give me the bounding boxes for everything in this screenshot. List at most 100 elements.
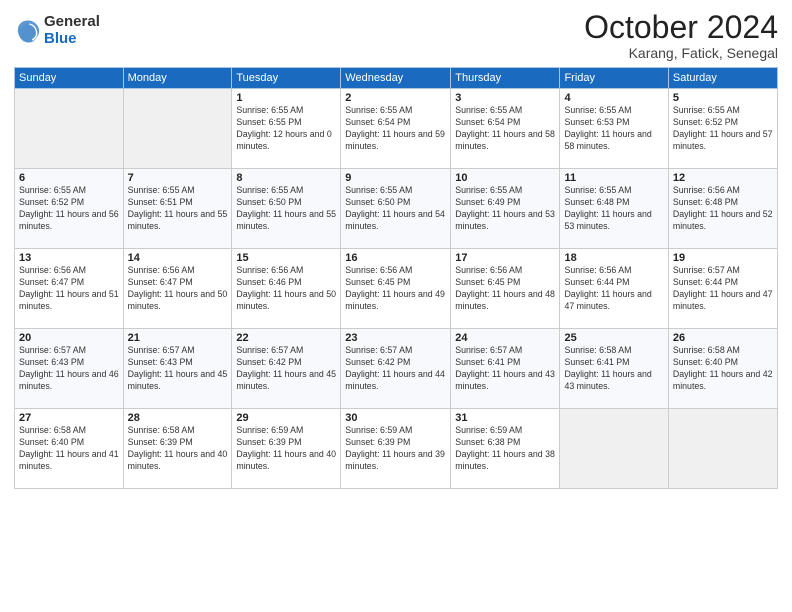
day-detail: Sunrise: 6:56 AMSunset: 6:47 PMDaylight:…: [128, 265, 228, 313]
header-saturday: Saturday: [668, 68, 777, 89]
table-row: 12Sunrise: 6:56 AMSunset: 6:48 PMDayligh…: [668, 169, 777, 249]
day-number: 20: [19, 332, 119, 344]
day-number: 7: [128, 172, 228, 184]
day-number: 10: [455, 172, 555, 184]
weekday-header-row: Sunday Monday Tuesday Wednesday Thursday…: [15, 68, 778, 89]
day-number: 14: [128, 252, 228, 264]
table-row: 18Sunrise: 6:56 AMSunset: 6:44 PMDayligh…: [560, 249, 668, 329]
day-detail: Sunrise: 6:58 AMSunset: 6:41 PMDaylight:…: [564, 345, 663, 393]
calendar-week-row: 6Sunrise: 6:55 AMSunset: 6:52 PMDaylight…: [15, 169, 778, 249]
day-detail: Sunrise: 6:56 AMSunset: 6:44 PMDaylight:…: [564, 265, 663, 313]
day-detail: Sunrise: 6:59 AMSunset: 6:39 PMDaylight:…: [236, 425, 336, 473]
title-block: October 2024 Karang, Fatick, Senegal: [584, 10, 778, 61]
day-detail: Sunrise: 6:56 AMSunset: 6:45 PMDaylight:…: [455, 265, 555, 313]
day-detail: Sunrise: 6:58 AMSunset: 6:40 PMDaylight:…: [673, 345, 773, 393]
day-number: 8: [236, 172, 336, 184]
day-detail: Sunrise: 6:55 AMSunset: 6:54 PMDaylight:…: [345, 105, 446, 153]
header-monday: Monday: [123, 68, 232, 89]
day-detail: Sunrise: 6:55 AMSunset: 6:52 PMDaylight:…: [19, 185, 119, 233]
day-number: 18: [564, 252, 663, 264]
day-detail: Sunrise: 6:57 AMSunset: 6:42 PMDaylight:…: [236, 345, 336, 393]
table-row: 25Sunrise: 6:58 AMSunset: 6:41 PMDayligh…: [560, 329, 668, 409]
day-number: 9: [345, 172, 446, 184]
table-row: 27Sunrise: 6:58 AMSunset: 6:40 PMDayligh…: [15, 409, 124, 489]
table-row: 31Sunrise: 6:59 AMSunset: 6:38 PMDayligh…: [451, 409, 560, 489]
day-number: 15: [236, 252, 336, 264]
day-number: 17: [455, 252, 555, 264]
table-row: 16Sunrise: 6:56 AMSunset: 6:45 PMDayligh…: [341, 249, 451, 329]
day-detail: Sunrise: 6:57 AMSunset: 6:44 PMDaylight:…: [673, 265, 773, 313]
day-number: 12: [673, 172, 773, 184]
page-header: General Blue October 2024 Karang, Fatick…: [14, 10, 778, 61]
table-row: 29Sunrise: 6:59 AMSunset: 6:39 PMDayligh…: [232, 409, 341, 489]
day-number: 25: [564, 332, 663, 344]
table-row: 23Sunrise: 6:57 AMSunset: 6:42 PMDayligh…: [341, 329, 451, 409]
day-number: 6: [19, 172, 119, 184]
page-container: General Blue October 2024 Karang, Fatick…: [0, 0, 792, 612]
table-row: 22Sunrise: 6:57 AMSunset: 6:42 PMDayligh…: [232, 329, 341, 409]
day-detail: Sunrise: 6:58 AMSunset: 6:39 PMDaylight:…: [128, 425, 228, 473]
table-row: 24Sunrise: 6:57 AMSunset: 6:41 PMDayligh…: [451, 329, 560, 409]
logo-blue-text: Blue: [44, 31, 100, 48]
day-number: 5: [673, 92, 773, 104]
logo-general-text: General: [44, 14, 100, 31]
table-row: 28Sunrise: 6:58 AMSunset: 6:39 PMDayligh…: [123, 409, 232, 489]
day-number: 28: [128, 412, 228, 424]
day-number: 27: [19, 412, 119, 424]
day-number: 11: [564, 172, 663, 184]
day-detail: Sunrise: 6:57 AMSunset: 6:41 PMDaylight:…: [455, 345, 555, 393]
day-number: 2: [345, 92, 446, 104]
table-row: 9Sunrise: 6:55 AMSunset: 6:50 PMDaylight…: [341, 169, 451, 249]
calendar-week-row: 1Sunrise: 6:55 AMSunset: 6:55 PMDaylight…: [15, 89, 778, 169]
table-row: 17Sunrise: 6:56 AMSunset: 6:45 PMDayligh…: [451, 249, 560, 329]
table-row: 15Sunrise: 6:56 AMSunset: 6:46 PMDayligh…: [232, 249, 341, 329]
day-detail: Sunrise: 6:59 AMSunset: 6:39 PMDaylight:…: [345, 425, 446, 473]
table-row: 26Sunrise: 6:58 AMSunset: 6:40 PMDayligh…: [668, 329, 777, 409]
day-detail: Sunrise: 6:57 AMSunset: 6:42 PMDaylight:…: [345, 345, 446, 393]
header-sunday: Sunday: [15, 68, 124, 89]
day-detail: Sunrise: 6:56 AMSunset: 6:48 PMDaylight:…: [673, 185, 773, 233]
calendar-week-row: 27Sunrise: 6:58 AMSunset: 6:40 PMDayligh…: [15, 409, 778, 489]
day-detail: Sunrise: 6:58 AMSunset: 6:40 PMDaylight:…: [19, 425, 119, 473]
table-row: 1Sunrise: 6:55 AMSunset: 6:55 PMDaylight…: [232, 89, 341, 169]
header-friday: Friday: [560, 68, 668, 89]
day-number: 19: [673, 252, 773, 264]
header-thursday: Thursday: [451, 68, 560, 89]
calendar-week-row: 13Sunrise: 6:56 AMSunset: 6:47 PMDayligh…: [15, 249, 778, 329]
day-number: 1: [236, 92, 336, 104]
table-row: 4Sunrise: 6:55 AMSunset: 6:53 PMDaylight…: [560, 89, 668, 169]
day-number: 24: [455, 332, 555, 344]
day-number: 22: [236, 332, 336, 344]
location: Karang, Fatick, Senegal: [584, 45, 778, 61]
table-row: 11Sunrise: 6:55 AMSunset: 6:48 PMDayligh…: [560, 169, 668, 249]
day-number: 13: [19, 252, 119, 264]
table-row: 6Sunrise: 6:55 AMSunset: 6:52 PMDaylight…: [15, 169, 124, 249]
table-row: 19Sunrise: 6:57 AMSunset: 6:44 PMDayligh…: [668, 249, 777, 329]
day-detail: Sunrise: 6:59 AMSunset: 6:38 PMDaylight:…: [455, 425, 555, 473]
day-detail: Sunrise: 6:55 AMSunset: 6:49 PMDaylight:…: [455, 185, 555, 233]
day-detail: Sunrise: 6:55 AMSunset: 6:51 PMDaylight:…: [128, 185, 228, 233]
day-detail: Sunrise: 6:55 AMSunset: 6:54 PMDaylight:…: [455, 105, 555, 153]
day-number: 21: [128, 332, 228, 344]
table-row: 5Sunrise: 6:55 AMSunset: 6:52 PMDaylight…: [668, 89, 777, 169]
day-number: 31: [455, 412, 555, 424]
month-title: October 2024: [584, 10, 778, 45]
logo-icon: [14, 17, 42, 45]
day-detail: Sunrise: 6:57 AMSunset: 6:43 PMDaylight:…: [19, 345, 119, 393]
day-detail: Sunrise: 6:55 AMSunset: 6:53 PMDaylight:…: [564, 105, 663, 153]
table-row: 8Sunrise: 6:55 AMSunset: 6:50 PMDaylight…: [232, 169, 341, 249]
day-number: 29: [236, 412, 336, 424]
table-row: 13Sunrise: 6:56 AMSunset: 6:47 PMDayligh…: [15, 249, 124, 329]
day-detail: Sunrise: 6:55 AMSunset: 6:50 PMDaylight:…: [236, 185, 336, 233]
day-detail: Sunrise: 6:55 AMSunset: 6:55 PMDaylight:…: [236, 105, 336, 153]
day-number: 16: [345, 252, 446, 264]
day-detail: Sunrise: 6:56 AMSunset: 6:47 PMDaylight:…: [19, 265, 119, 313]
day-number: 26: [673, 332, 773, 344]
table-row: 7Sunrise: 6:55 AMSunset: 6:51 PMDaylight…: [123, 169, 232, 249]
header-wednesday: Wednesday: [341, 68, 451, 89]
day-detail: Sunrise: 6:56 AMSunset: 6:45 PMDaylight:…: [345, 265, 446, 313]
table-row: 21Sunrise: 6:57 AMSunset: 6:43 PMDayligh…: [123, 329, 232, 409]
day-number: 23: [345, 332, 446, 344]
table-row: [668, 409, 777, 489]
table-row: 30Sunrise: 6:59 AMSunset: 6:39 PMDayligh…: [341, 409, 451, 489]
